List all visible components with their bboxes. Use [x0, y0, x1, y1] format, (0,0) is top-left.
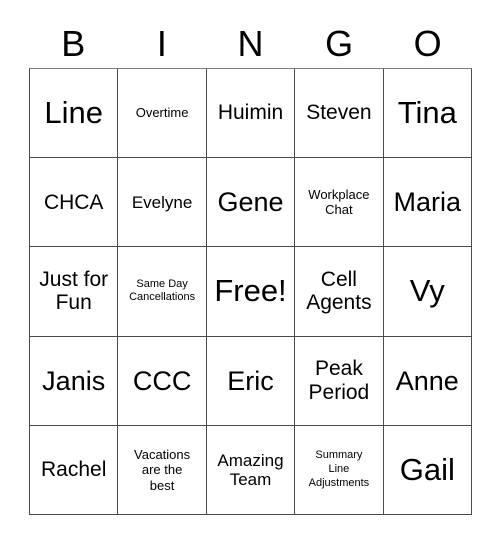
bingo-cell-label: Gail	[399, 451, 455, 487]
bingo-cell-label: Anne	[395, 365, 459, 396]
bingo-cell-o3[interactable]: Vy	[383, 247, 472, 337]
bingo-header: B I N G O	[29, 20, 472, 68]
bingo-cell-g5[interactable]: Summary Line Adjustments	[295, 425, 384, 515]
bingo-cell-o5[interactable]: Gail	[383, 425, 472, 515]
header-letter-o: O	[413, 23, 442, 64]
bingo-cell-label: Tina	[397, 94, 457, 130]
bingo-cell-label: Just for Fun	[39, 267, 109, 315]
bingo-cell-i4[interactable]: CCC	[118, 336, 207, 426]
bingo-cell-i3[interactable]: Same Day Cancellations	[118, 247, 207, 337]
bingo-cell-label: Maria	[393, 187, 462, 218]
bingo-grid: Line Overtime Huimin Steven Tina CHCA Ev…	[29, 68, 472, 515]
bingo-cell-label: Cell Agents	[306, 267, 372, 315]
bingo-cell-label: Huimin	[217, 101, 284, 125]
bingo-cell-label: Overtime	[135, 105, 189, 121]
bingo-cell-label: Line	[44, 94, 103, 130]
header-letter-g: G	[325, 23, 354, 64]
bingo-cell-label: Free!	[214, 273, 287, 309]
bingo-cell-label: Rachel	[41, 458, 107, 482]
bingo-cell-label: Janis	[42, 365, 106, 396]
bingo-cell-label: Peak Period	[308, 357, 370, 404]
bingo-cell-b4[interactable]: Janis	[30, 336, 119, 426]
bingo-cell-label: Vy	[409, 273, 445, 309]
bingo-cell-n1[interactable]: Huimin	[206, 69, 296, 159]
bingo-cell-n5[interactable]: Amazing Team	[206, 425, 296, 515]
bingo-cell-label: CCC	[132, 365, 192, 396]
bingo-cell-g4[interactable]: Peak Period	[295, 336, 384, 426]
bingo-cell-free[interactable]: Free!	[206, 247, 296, 337]
bingo-cell-b3[interactable]: Just for Fun	[30, 247, 119, 337]
bingo-cell-o2[interactable]: Maria	[383, 158, 472, 248]
bingo-cell-g3[interactable]: Cell Agents	[295, 247, 384, 337]
header-letter-n: N	[237, 23, 264, 64]
bingo-cell-label: Same Day Cancellations	[129, 277, 196, 304]
bingo-cell-i2[interactable]: Evelyne	[118, 158, 207, 248]
bingo-cell-label: Vacations are the best	[134, 446, 191, 493]
header-letter-b: B	[61, 23, 86, 64]
bingo-cell-g2[interactable]: Workplace Chat	[295, 158, 384, 248]
bingo-cell-label: CHCA	[43, 190, 104, 214]
bingo-cell-label: Summary Line Adjustments	[308, 449, 370, 489]
bingo-cell-o4[interactable]: Anne	[383, 336, 472, 426]
bingo-card: B I N G O Line Overtime Huimin Steven Ti…	[0, 0, 500, 544]
bingo-cell-label: Amazing Team	[217, 450, 284, 489]
bingo-cell-o1[interactable]: Tina	[383, 69, 472, 159]
bingo-cell-b1[interactable]: Line	[30, 69, 119, 159]
bingo-cell-label: Workplace Chat	[308, 186, 370, 218]
bingo-cell-label: Eric	[227, 365, 274, 396]
bingo-cell-i5[interactable]: Vacations are the best	[118, 425, 207, 515]
bingo-cell-label: Evelyne	[131, 192, 193, 212]
bingo-cell-b5[interactable]: Rachel	[30, 425, 119, 515]
bingo-cell-n4[interactable]: Eric	[206, 336, 296, 426]
bingo-cell-label: Steven	[306, 101, 372, 125]
bingo-cell-g1[interactable]: Steven	[295, 69, 384, 159]
bingo-cell-n2[interactable]: Gene	[206, 158, 296, 248]
bingo-cell-i1[interactable]: Overtime	[118, 69, 207, 159]
bingo-cell-label: Gene	[217, 187, 284, 218]
bingo-cell-b2[interactable]: CHCA	[30, 158, 119, 248]
header-letter-i: I	[156, 23, 167, 64]
